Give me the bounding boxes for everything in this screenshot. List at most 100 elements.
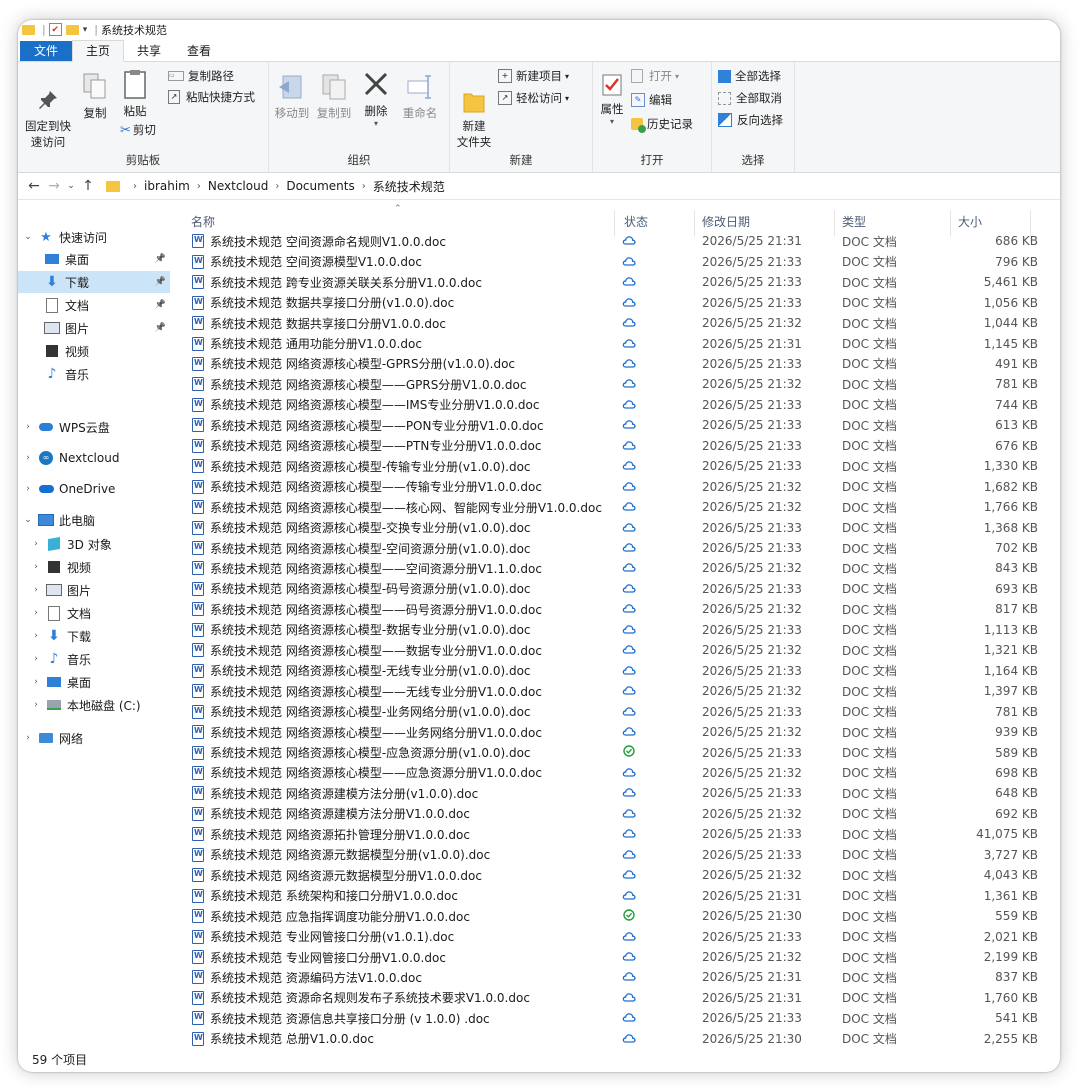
tab-view[interactable]: 查看 [174, 41, 224, 61]
file-row[interactable]: 系统技术规范 网络资源核心模型-交换专业分册(v1.0.0).doc 2026/5… [184, 517, 1040, 538]
delete-dropdown-icon[interactable]: ▾ [361, 119, 391, 128]
move-to-button[interactable]: 移动到 [273, 72, 311, 121]
pin-icon[interactable]: 📌 [155, 323, 166, 333]
nav-nextcloud[interactable]: › ∞ Nextcloud [18, 447, 119, 469]
pin-icon[interactable]: 📌 [155, 277, 166, 287]
column-header-name[interactable]: 名称 [191, 213, 215, 230]
invert-selection-button[interactable]: 反向选择 [718, 112, 783, 128]
file-row[interactable]: 系统技术规范 网络资源核心模型——码号资源分册V1.0.0.doc 2026/5/… [184, 599, 1040, 620]
chevron-right-icon[interactable]: › [30, 539, 42, 549]
rename-button[interactable]: 重命名 [399, 72, 441, 121]
file-row[interactable]: 系统技术规范 网络资源核心模型-GPRS分册(v1.0.0).doc 2026/5… [184, 354, 1040, 375]
file-row[interactable]: 系统技术规范 网络资源拓扑管理分册V1.0.0.doc 2026/5/25 21:… [184, 824, 1040, 845]
file-row[interactable]: 系统技术规范 网络资源核心模型——应急资源分册V1.0.0.doc 2026/5/… [184, 763, 1040, 784]
file-row[interactable]: 系统技术规范 网络资源元数据模型分册V1.0.0.doc 2026/5/25 21… [184, 865, 1040, 886]
file-row[interactable]: 系统技术规范 专业网管接口分册V1.0.0.doc 2026/5/25 21:32… [184, 947, 1040, 968]
file-row[interactable]: 系统技术规范 资源信息共享接口分册 (v 1.0.0) .doc 2026/5/2… [184, 1008, 1040, 1029]
chevron-down-icon[interactable]: ⌄ [22, 232, 34, 242]
properties-quick-icon[interactable]: ✔ [48, 23, 62, 36]
breadcrumb[interactable]: › ibrahim › Nextcloud › Documents › 系统技术… [106, 176, 1060, 196]
nav-quick-access-item[interactable]: 桌面 📌 [18, 248, 170, 270]
file-row[interactable]: 系统技术规范 网络资源核心模型——传输专业分册V1.0.0.doc 2026/5/… [184, 476, 1040, 497]
file-row[interactable]: 系统技术规范 网络资源核心模型——GPRS分册V1.0.0.doc 2026/5/… [184, 374, 1040, 395]
nav-this-pc[interactable]: ⌄ 此电脑 [18, 509, 95, 531]
nav-quick-access[interactable]: ⌄ ★ 快速访问 [18, 226, 107, 248]
nav-this-pc-item[interactable]: › 本地磁盘 (C:) [18, 694, 140, 716]
nav-quick-access-item[interactable]: ⬇ 下载 📌 [18, 271, 170, 293]
pin-icon[interactable]: 📌 [155, 254, 166, 264]
copy-button[interactable]: 复制 [78, 72, 112, 121]
chevron-right-icon[interactable]: › [22, 453, 34, 463]
breadcrumb-item[interactable]: Nextcloud [208, 179, 268, 193]
file-row[interactable]: 系统技术规范 网络资源核心模型——PTN专业分册V1.0.0.doc 2026/5… [184, 436, 1040, 457]
chevron-right-icon[interactable]: › [30, 654, 42, 664]
new-item-button[interactable]: + 新建项目 ▾ [498, 68, 569, 84]
properties-dropdown-icon[interactable]: ▾ [597, 117, 627, 126]
file-row[interactable]: 系统技术规范 跨专业资源关联关系分册V1.0.0.doc 2026/5/25 21… [184, 272, 1040, 293]
tab-share[interactable]: 共享 [124, 41, 174, 61]
tab-file[interactable]: 文件 [20, 41, 73, 61]
file-row[interactable]: 系统技术规范 网络资源核心模型-业务网络分册(v1.0.0).doc 2026/5… [184, 701, 1040, 722]
tab-home[interactable]: 主页 [72, 40, 125, 62]
pin-icon[interactable]: 📌 [155, 300, 166, 310]
chevron-down-icon[interactable]: ⌄ [22, 515, 34, 525]
nav-this-pc-item[interactable]: › 3D 对象 [18, 533, 112, 555]
new-folder-quick-icon[interactable] [65, 24, 79, 35]
column-header-size[interactable]: 大小 [958, 213, 982, 230]
file-row[interactable]: 系统技术规范 数据共享接口分册(v1.0.0).doc 2026/5/25 21:… [184, 292, 1040, 313]
breadcrumb-item[interactable]: 系统技术规范 [373, 178, 445, 195]
up-arrow-icon[interactable]: ↑ [78, 178, 98, 194]
file-row[interactable]: 系统技术规范 网络资源核心模型——空间资源分册V1.1.0.doc 2026/5/… [184, 558, 1040, 579]
file-row[interactable]: 系统技术规范 网络资源核心模型-应急资源分册(v1.0.0).doc 2026/5… [184, 742, 1040, 763]
file-row[interactable]: 系统技术规范 网络资源元数据模型分册(v1.0.0).doc 2026/5/25 … [184, 845, 1040, 866]
file-row[interactable]: 系统技术规范 网络资源核心模型——核心网、智能网专业分册V1.0.0.doc 20… [184, 497, 1040, 518]
nav-network[interactable]: › 网络 [18, 727, 83, 749]
forward-arrow-icon[interactable]: → [44, 178, 64, 194]
nav-this-pc-item[interactable]: › 视频 [18, 556, 91, 578]
nav-this-pc-item[interactable]: › 桌面 [18, 671, 91, 693]
history-button[interactable]: 历史记录 [631, 116, 693, 133]
customize-dropdown-icon[interactable]: ▾ [83, 25, 88, 35]
copy-to-button[interactable]: 复制到 [315, 72, 353, 121]
paste-shortcut-button[interactable]: ↗ 粘贴快捷方式 [168, 89, 255, 105]
file-row[interactable]: 系统技术规范 空间资源命名规则V1.0.0.doc 2026/5/25 21:31… [184, 231, 1040, 252]
select-all-button[interactable]: 全部选择 [718, 68, 781, 84]
nav-quick-access-item[interactable]: 文档 📌 [18, 294, 170, 316]
chevron-right-icon[interactable]: › [30, 631, 42, 641]
properties-button[interactable]: 属性 ▾ [597, 72, 627, 126]
file-row[interactable]: 系统技术规范 资源编码方法V1.0.0.doc 2026/5/25 21:31 DO… [184, 967, 1040, 988]
chevron-right-icon[interactable]: › [30, 700, 42, 710]
file-row[interactable]: 系统技术规范 专业网管接口分册(v1.0.1).doc 2026/5/25 21:… [184, 926, 1040, 947]
chevron-right-icon[interactable]: › [22, 422, 34, 432]
edit-button[interactable]: ✎ 编辑 [631, 92, 672, 108]
nav-quick-access-item[interactable]: 图片 📌 [18, 317, 170, 339]
file-row[interactable]: 系统技术规范 网络资源核心模型-码号资源分册(v1.0.0).doc 2026/5… [184, 579, 1040, 600]
nav-this-pc-item[interactable]: › 图片 [18, 579, 91, 601]
column-header-status[interactable]: 状态 [624, 213, 648, 230]
file-row[interactable]: 系统技术规范 网络资源核心模型-传输专业分册(v1.0.0).doc 2026/5… [184, 456, 1040, 477]
file-row[interactable]: 系统技术规范 网络资源核心模型-数据专业分册(v1.0.0).doc 2026/5… [184, 620, 1040, 641]
nav-quick-access-item[interactable]: ♪ 音乐 [18, 363, 170, 385]
chevron-right-icon[interactable]: › [30, 677, 42, 687]
column-header-type[interactable]: 类型 [842, 213, 866, 230]
chevron-right-icon[interactable]: › [22, 484, 34, 494]
copy-path-button[interactable]: ▭ 复制路径 [168, 68, 234, 84]
chevron-right-icon[interactable]: › [30, 585, 42, 595]
file-row[interactable]: 系统技术规范 总册V1.0.0.doc 2026/5/25 21:30 DOC 文档… [184, 1029, 1040, 1050]
file-row[interactable]: 系统技术规范 通用功能分册V1.0.0.doc 2026/5/25 21:31 DO… [184, 333, 1040, 354]
easy-access-button[interactable]: ↗ 轻松访问 ▾ [498, 90, 569, 106]
nav-this-pc-item[interactable]: › ⬇ 下载 [18, 625, 91, 647]
nav-this-pc-item[interactable]: › ♪ 音乐 [18, 648, 91, 670]
delete-button[interactable]: 删除 ▾ [361, 70, 391, 128]
file-row[interactable]: 系统技术规范 系统架构和接口分册V1.0.0.doc 2026/5/25 21:3… [184, 885, 1040, 906]
file-row[interactable]: 系统技术规范 空间资源模型V1.0.0.doc 2026/5/25 21:33 DO… [184, 251, 1040, 272]
cut-button[interactable]: ✂ 剪切 [120, 122, 156, 138]
file-row[interactable]: 系统技术规范 网络资源核心模型——数据专业分册V1.0.0.doc 2026/5/… [184, 640, 1040, 661]
chevron-right-icon[interactable]: › [30, 562, 42, 572]
file-row[interactable]: 系统技术规范 网络资源核心模型——IMS专业分册V1.0.0.doc 2026/5… [184, 395, 1040, 416]
breadcrumb-item[interactable]: ibrahim [144, 179, 190, 193]
paste-button[interactable]: 粘贴 [118, 68, 152, 119]
file-row[interactable]: 系统技术规范 网络资源建模方法分册V1.0.0.doc 2026/5/25 21:… [184, 804, 1040, 825]
file-row[interactable]: 系统技术规范 网络资源核心模型-空间资源分册(v1.0.0).doc 2026/5… [184, 538, 1040, 559]
select-none-button[interactable]: 全部取消 [718, 90, 782, 106]
